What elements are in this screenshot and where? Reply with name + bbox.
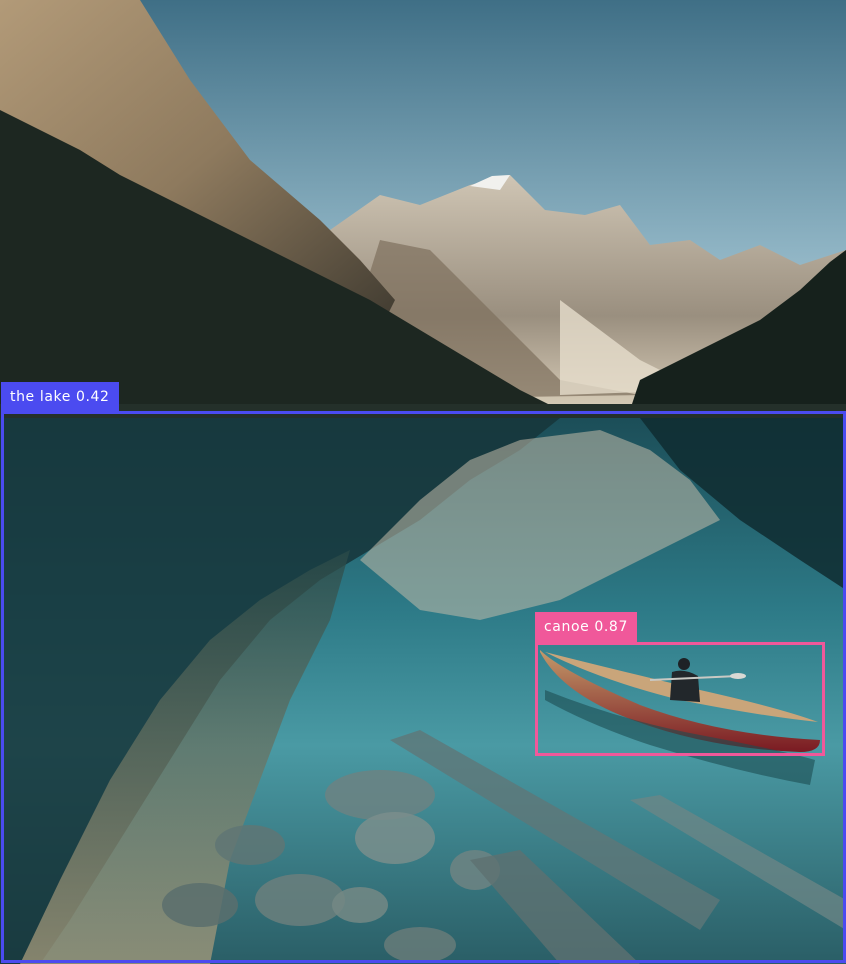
photo-scene: the lake 0.42 canoe 0.87 <box>0 0 846 964</box>
canoe-detection-label: canoe 0.87 <box>535 612 637 642</box>
lake-detection-label: the lake 0.42 <box>1 382 119 412</box>
lake-photo <box>0 0 846 964</box>
